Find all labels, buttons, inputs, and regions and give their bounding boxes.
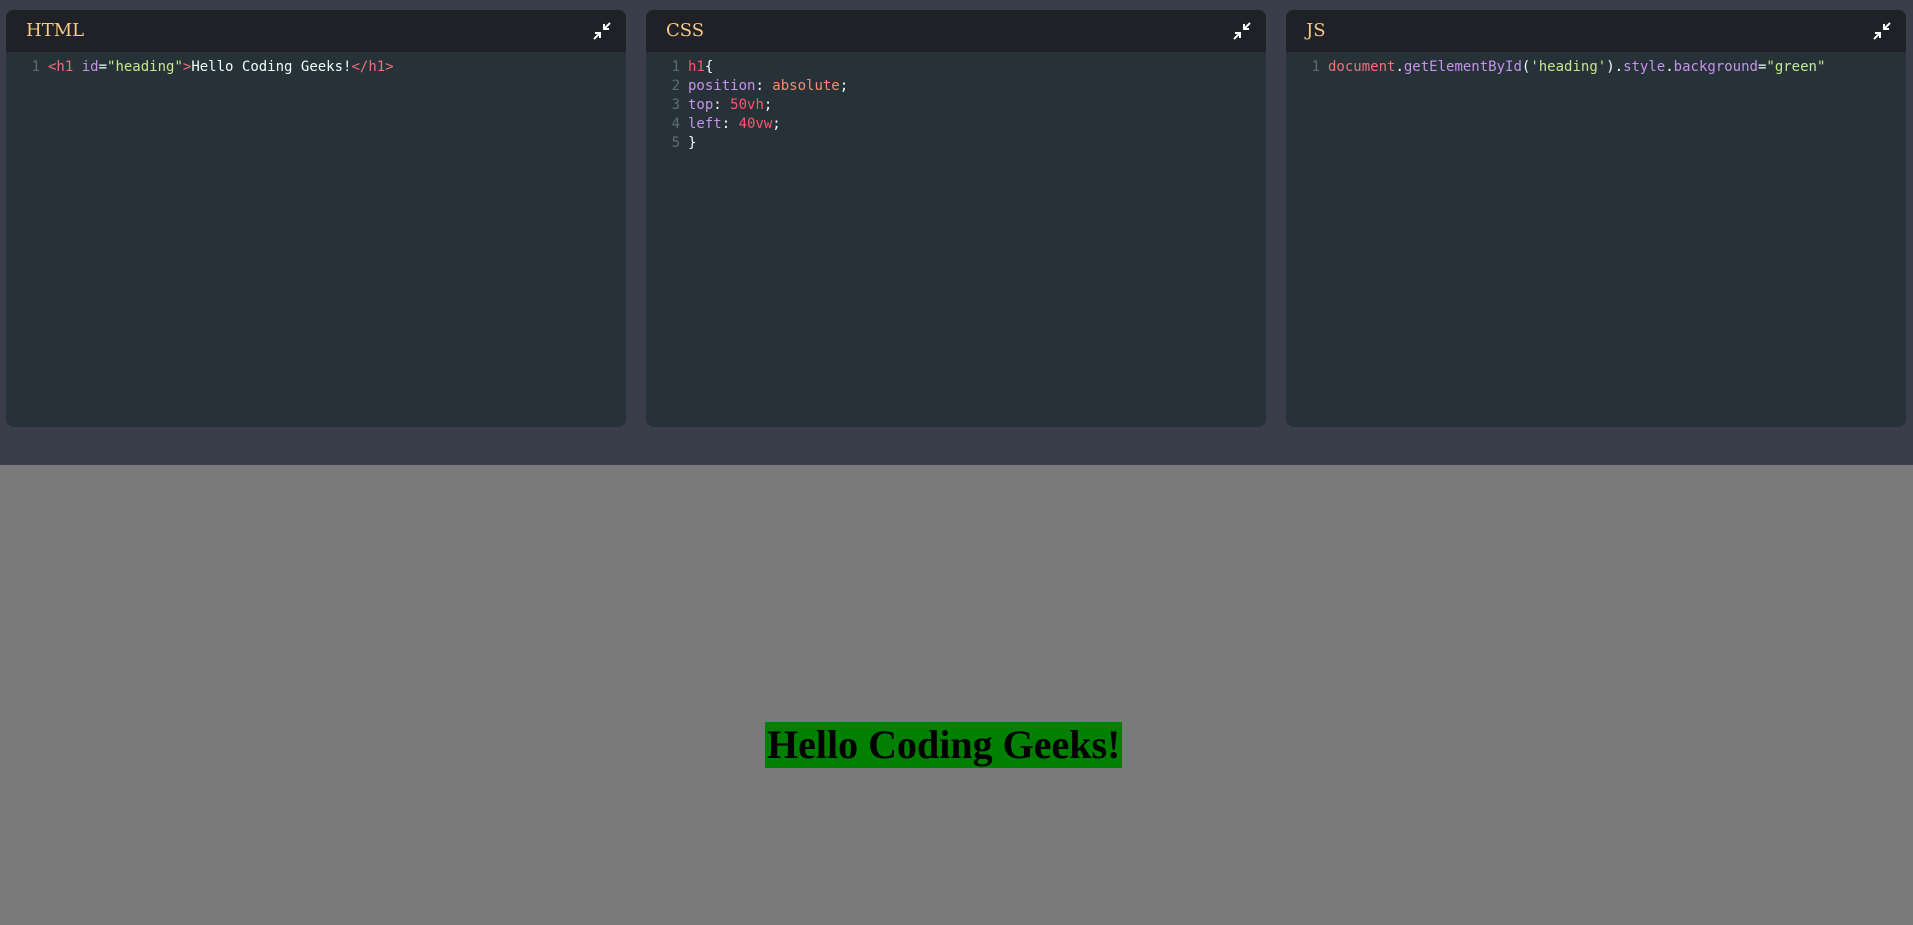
line-number: 3 xyxy=(671,97,680,113)
code-line[interactable]: 2 position: absolute; xyxy=(646,77,1266,96)
code-token: "heading" xyxy=(107,59,183,75)
code-token: <h1 xyxy=(48,59,82,75)
code-token: = xyxy=(1757,59,1767,75)
code-line[interactable]: 5} xyxy=(646,134,1266,153)
line-number: 1 xyxy=(671,59,680,75)
code-token: "green" xyxy=(1766,59,1826,75)
code-token: getElementById xyxy=(1403,59,1522,75)
code-line[interactable]: 4 left: 40vw; xyxy=(646,115,1266,134)
code-editor[interactable]: 1 h1{2 position: absolute; 3 top: 50vh; 4 left… xyxy=(646,52,1266,153)
code-token: } xyxy=(688,135,697,151)
preview-output: Hello Coding Geeks! xyxy=(0,465,1913,925)
code-editor[interactable]: 1 <h1 id = "heading" > Hello Coding Geeks! </h… xyxy=(6,52,626,77)
code-token: 50vh xyxy=(730,97,764,113)
code-token: : xyxy=(755,78,773,94)
code-token: position xyxy=(688,78,756,94)
code-token: ; xyxy=(763,97,773,113)
code-token: document xyxy=(1328,59,1396,75)
code-token: ; xyxy=(772,116,781,132)
code-token: = xyxy=(98,59,108,75)
code-token: absolute xyxy=(772,78,840,94)
code-editor[interactable]: 1 document. getElementById('heading'). styl… xyxy=(1286,52,1906,77)
code-token: ; xyxy=(839,78,849,94)
panel-header: JS xyxy=(1286,10,1906,52)
panel-header: HTML xyxy=(6,10,626,52)
code-token: ) xyxy=(1606,59,1615,75)
code-token: id xyxy=(81,59,99,75)
code-token: ( xyxy=(1521,59,1531,75)
code-token: : xyxy=(713,97,731,113)
code-line[interactable]: 3 top: 50vh; xyxy=(646,96,1266,115)
panel-title: JS xyxy=(1306,20,1326,41)
code-token: > xyxy=(182,59,192,75)
code-token: left xyxy=(688,116,722,132)
code-line[interactable]: 1 <h1 id = "heading" > Hello Coding Geeks! </h… xyxy=(6,58,626,77)
code-token: 'heading' xyxy=(1530,59,1607,75)
line-number: 4 xyxy=(671,116,680,132)
line-number: 5 xyxy=(671,135,680,151)
line-number: 2 xyxy=(671,78,680,94)
code-token: { xyxy=(704,59,714,75)
collapse-icon[interactable] xyxy=(592,21,612,41)
code-token: . xyxy=(1395,59,1404,75)
panel-title: HTML xyxy=(26,20,85,41)
collapse-icon[interactable] xyxy=(1872,21,1892,41)
code-token: top xyxy=(688,97,714,113)
code-token: h1 xyxy=(688,59,705,75)
code-line[interactable]: 1 document. getElementById('heading'). styl… xyxy=(1286,58,1906,77)
code-token: </h1> xyxy=(351,59,394,75)
code-line[interactable]: 1 h1{ xyxy=(646,58,1266,77)
code-token: style xyxy=(1623,59,1666,75)
js-editor-panel: JS 1 document. getElementById('heading'). s… xyxy=(1286,10,1906,427)
editor-area: HTML 1 <h1 id = "heading" > Hello Coding Geek… xyxy=(0,0,1913,465)
line-number: 1 xyxy=(31,59,40,75)
code-token: . xyxy=(1614,59,1624,75)
code-token: 40vw xyxy=(738,116,773,132)
html-editor-panel: HTML 1 <h1 id = "heading" > Hello Coding Geek… xyxy=(6,10,626,427)
css-editor-panel: CSS 1 h1{2 position: absolute; 3 top: 50vh; 4… xyxy=(646,10,1266,427)
collapse-icon[interactable] xyxy=(1232,21,1252,41)
code-token: : xyxy=(721,116,739,132)
panel-header: CSS xyxy=(646,10,1266,52)
panel-title: CSS xyxy=(666,20,705,41)
line-number: 1 xyxy=(1311,59,1320,75)
preview-heading: Hello Coding Geeks! xyxy=(765,722,1123,768)
code-token: Hello Coding Geeks! xyxy=(191,59,352,75)
code-token: . xyxy=(1665,59,1674,75)
code-token: background xyxy=(1673,59,1758,75)
